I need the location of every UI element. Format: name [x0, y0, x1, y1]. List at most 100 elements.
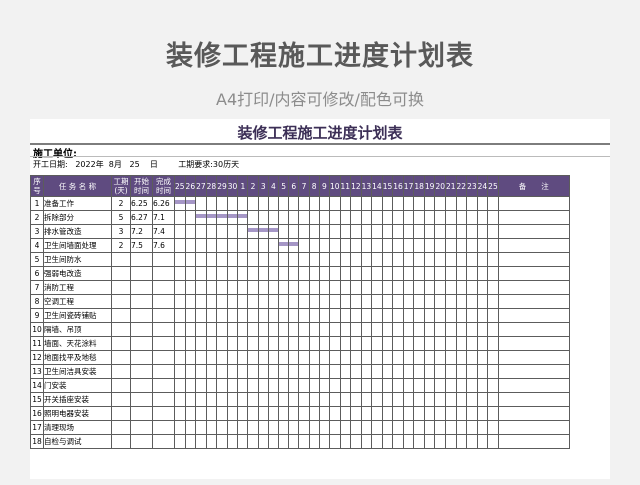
gantt-cell[interactable] [371, 308, 383, 323]
task-duration[interactable] [111, 280, 131, 295]
gantt-cell[interactable] [350, 308, 362, 323]
gantt-cell[interactable] [226, 252, 239, 267]
task-duration[interactable] [111, 266, 131, 281]
gantt-cell[interactable] [267, 266, 280, 281]
gantt-cell[interactable] [413, 308, 425, 323]
gantt-cell[interactable] [205, 420, 218, 435]
gantt-cell[interactable] [392, 280, 404, 295]
gantt-cell[interactable] [445, 294, 457, 309]
gantt-cell[interactable] [298, 392, 310, 407]
task-name[interactable]: 隔墙、吊顶 [43, 322, 112, 337]
task-end[interactable] [152, 280, 175, 295]
gantt-cell[interactable] [381, 252, 394, 267]
gantt-cell[interactable] [318, 266, 330, 281]
gantt-cell[interactable] [434, 420, 446, 435]
gantt-cell[interactable] [288, 196, 300, 211]
gantt-cell[interactable] [257, 420, 269, 435]
gantt-cell[interactable] [360, 308, 373, 323]
gantt-cell[interactable] [360, 434, 373, 449]
gantt-cell[interactable] [487, 294, 499, 309]
gantt-cell[interactable] [174, 392, 186, 407]
gantt-cell[interactable] [174, 434, 186, 449]
gantt-cell[interactable] [308, 322, 320, 337]
gantt-cell[interactable] [318, 350, 330, 365]
gantt-cell[interactable] [195, 350, 207, 365]
gantt-cell[interactable] [413, 322, 425, 337]
gantt-cell[interactable] [476, 364, 489, 379]
gantt-cell[interactable] [381, 196, 394, 211]
gantt-cell[interactable] [184, 224, 197, 239]
gantt-cell[interactable] [278, 266, 290, 281]
gantt-cell[interactable] [445, 378, 457, 393]
gantt-cell[interactable] [298, 378, 310, 393]
gantt-cell[interactable] [445, 252, 457, 267]
gantt-cell[interactable] [328, 336, 341, 351]
gantt-cell[interactable] [455, 364, 468, 379]
gantt-cell[interactable] [278, 280, 290, 295]
gantt-cell[interactable] [257, 224, 269, 239]
gantt-cell[interactable] [455, 350, 468, 365]
gantt-cell[interactable] [350, 420, 362, 435]
gantt-cell[interactable] [174, 378, 186, 393]
gantt-cell[interactable] [318, 210, 330, 225]
task-number[interactable]: 18 [30, 434, 44, 449]
task-remark[interactable] [497, 196, 570, 211]
gantt-cell[interactable] [237, 196, 249, 211]
gantt-cell[interactable] [298, 294, 310, 309]
gantt-cell[interactable] [360, 392, 373, 407]
gantt-cell[interactable] [476, 280, 489, 295]
gantt-cell[interactable] [195, 308, 207, 323]
gantt-cell[interactable] [434, 266, 446, 281]
gantt-cell[interactable] [288, 322, 300, 337]
gantt-cell[interactable] [392, 364, 404, 379]
task-remark[interactable] [497, 392, 570, 407]
gantt-cell[interactable] [434, 434, 446, 449]
gantt-cell[interactable] [247, 336, 259, 351]
gantt-cell[interactable] [392, 294, 404, 309]
gantt-cell[interactable] [257, 238, 269, 253]
task-remark[interactable] [497, 308, 570, 323]
gantt-cell[interactable] [360, 294, 373, 309]
gantt-cell[interactable] [318, 378, 330, 393]
gantt-cell[interactable] [237, 280, 249, 295]
gantt-cell[interactable] [298, 252, 310, 267]
gantt-cell[interactable] [278, 392, 290, 407]
gantt-cell[interactable] [402, 406, 415, 421]
task-remark[interactable] [497, 420, 570, 435]
gantt-cell[interactable] [371, 406, 383, 421]
gantt-cell[interactable] [434, 238, 446, 253]
gantt-cell[interactable] [423, 196, 436, 211]
gantt-cell[interactable] [423, 210, 436, 225]
gantt-cell[interactable] [247, 434, 259, 449]
gantt-cell[interactable] [226, 336, 239, 351]
gantt-cell[interactable] [184, 350, 197, 365]
gantt-cell[interactable] [350, 336, 362, 351]
task-name[interactable]: 准备工作 [43, 196, 112, 211]
gantt-cell[interactable] [318, 392, 330, 407]
gantt-cell[interactable] [328, 294, 341, 309]
gantt-cell[interactable] [360, 238, 373, 253]
gantt-cell[interactable] [278, 224, 290, 239]
gantt-cell[interactable] [257, 336, 269, 351]
gantt-cell[interactable] [216, 280, 228, 295]
gantt-cell[interactable] [205, 196, 218, 211]
gantt-cell[interactable] [445, 280, 457, 295]
gantt-cell[interactable] [205, 210, 218, 225]
task-number[interactable]: 11 [30, 336, 44, 351]
task-name[interactable]: 卫生间瓷砖铺贴 [43, 308, 112, 323]
gantt-cell[interactable] [247, 392, 259, 407]
gantt-cell[interactable] [434, 252, 446, 267]
task-number[interactable]: 6 [30, 266, 44, 281]
task-number[interactable]: 4 [30, 238, 44, 253]
gantt-cell[interactable] [267, 252, 280, 267]
gantt-cell[interactable] [267, 420, 280, 435]
gantt-cell[interactable] [174, 224, 186, 239]
gantt-cell[interactable] [434, 364, 446, 379]
gantt-cell[interactable] [267, 322, 280, 337]
gantt-cell[interactable] [339, 224, 352, 239]
gantt-cell[interactable] [434, 308, 446, 323]
gantt-cell[interactable] [205, 308, 218, 323]
gantt-cell[interactable] [226, 350, 239, 365]
task-start[interactable] [130, 378, 153, 393]
gantt-cell[interactable] [455, 392, 468, 407]
